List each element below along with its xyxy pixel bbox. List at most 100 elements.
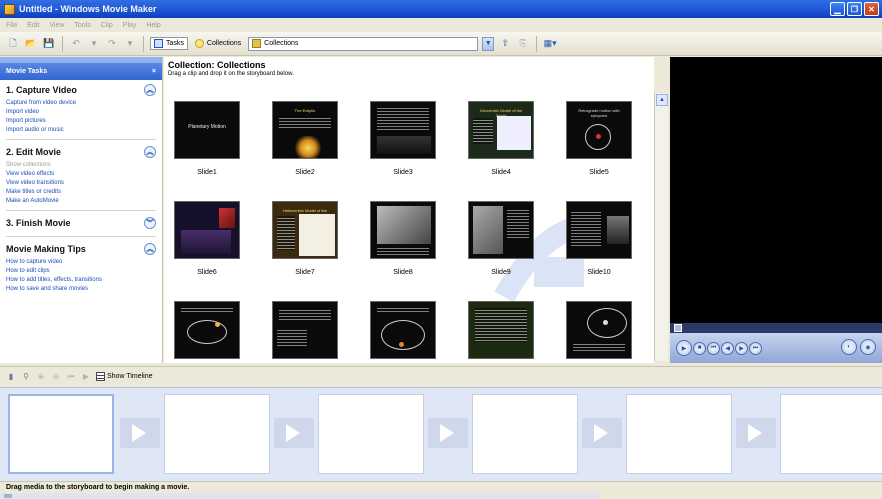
redo-icon[interactable]: ↷ bbox=[105, 37, 119, 51]
show-timeline-button[interactable]: Show Timeline bbox=[96, 372, 153, 381]
narrate-icon[interactable]: ▮ bbox=[6, 372, 16, 382]
task-link[interactable]: How to save and share movies bbox=[6, 285, 156, 294]
chevron-down-icon[interactable]: ▼ bbox=[482, 36, 495, 51]
zoom-in-icon[interactable]: ⊕ bbox=[36, 372, 46, 382]
clip-item[interactable]: Slide10 bbox=[566, 201, 632, 276]
menu-play[interactable]: Play bbox=[123, 22, 137, 29]
task-link[interactable]: How to capture video bbox=[6, 258, 156, 267]
clip-thumbnail[interactable] bbox=[468, 201, 534, 259]
task-link[interactable]: Import video bbox=[6, 108, 156, 117]
clip-item[interactable] bbox=[272, 301, 338, 359]
collections-button[interactable]: Collections bbox=[192, 38, 244, 49]
clip-item[interactable] bbox=[468, 301, 534, 359]
collection-scrollbar[interactable]: ▲ bbox=[654, 93, 668, 361]
scroll-thumb[interactable] bbox=[4, 494, 12, 498]
clip-thumbnail[interactable] bbox=[468, 301, 534, 359]
menu-view[interactable]: View bbox=[49, 22, 64, 29]
undo-icon[interactable]: ↶ bbox=[69, 37, 83, 51]
task-link[interactable]: Make titles or credits bbox=[6, 188, 156, 197]
task-link[interactable]: View video transitions bbox=[6, 179, 156, 188]
capture-video-heading[interactable]: 1. Capture Video ︽ bbox=[6, 84, 156, 96]
collection-up-icon[interactable]: ⇧ bbox=[498, 37, 512, 51]
expand-icon[interactable]: ︾ bbox=[144, 217, 156, 229]
clip-item[interactable]: Slide3 bbox=[370, 101, 436, 176]
maximize-button[interactable]: ❐ bbox=[847, 2, 862, 16]
menu-edit[interactable]: Edit bbox=[27, 22, 39, 29]
rewind-storyboard-icon[interactable]: ⏮ bbox=[66, 372, 76, 382]
storyboard[interactable] bbox=[0, 387, 882, 481]
clip-item[interactable]: Planetary Motion Slide1 bbox=[174, 101, 240, 176]
new-project-icon[interactable]: 🗋 bbox=[6, 37, 20, 51]
collapse-icon[interactable]: ︽ bbox=[144, 146, 156, 158]
storyboard-cell[interactable] bbox=[164, 394, 270, 474]
task-link[interactable]: View video effects bbox=[6, 170, 156, 179]
views-icon[interactable]: ▦▾ bbox=[543, 37, 557, 51]
transition-cell[interactable] bbox=[736, 418, 776, 448]
storyboard-cell[interactable] bbox=[8, 394, 114, 474]
task-link[interactable]: Import pictures bbox=[6, 117, 156, 126]
clip-thumbnail[interactable] bbox=[370, 201, 436, 259]
menu-clip[interactable]: Clip bbox=[101, 22, 113, 29]
clip-thumbnail[interactable]: Retrograde motion with epicycles bbox=[566, 101, 632, 159]
clip-item[interactable]: The Ecliptic Slide2 bbox=[272, 101, 338, 176]
back-icon[interactable]: ◀ bbox=[721, 341, 734, 355]
clip-item[interactable] bbox=[566, 301, 632, 359]
close-icon[interactable]: × bbox=[152, 68, 156, 75]
storyboard-cell[interactable] bbox=[780, 394, 882, 474]
clip-thumbnail[interactable]: Heliocentric Model of the World bbox=[272, 201, 338, 259]
audio-levels-icon[interactable]: ⚲ bbox=[21, 372, 31, 382]
clip-item[interactable] bbox=[174, 301, 240, 359]
close-button[interactable]: ✕ bbox=[864, 2, 879, 16]
next-frame-icon[interactable]: ⏭ bbox=[749, 341, 762, 355]
finish-movie-heading[interactable]: 3. Finish Movie ︾ bbox=[6, 217, 156, 229]
split-icon[interactable]: ◐ bbox=[841, 339, 857, 355]
clip-item[interactable]: Geocentric Model of the World Slide4 bbox=[468, 101, 534, 176]
previous-frame-icon[interactable]: ⏮ bbox=[707, 341, 720, 355]
clip-item[interactable]: Heliocentric Model of the World Slide7 bbox=[272, 201, 338, 276]
task-link[interactable]: Import audio or music bbox=[6, 126, 156, 135]
forward-icon[interactable]: ▶ bbox=[735, 341, 748, 355]
task-link[interactable]: Capture from video device bbox=[6, 99, 156, 108]
play-storyboard-icon[interactable]: ▶ bbox=[81, 372, 91, 382]
clip-thumbnail[interactable] bbox=[566, 201, 632, 259]
task-link[interactable]: Make an AutoMovie bbox=[6, 197, 156, 206]
clip-item[interactable]: Slide6 bbox=[174, 201, 240, 276]
clip-thumbnail[interactable] bbox=[174, 301, 240, 359]
menu-file[interactable]: File bbox=[6, 22, 17, 29]
seek-bar[interactable] bbox=[670, 323, 882, 333]
edit-movie-heading[interactable]: 2. Edit Movie ︽ bbox=[6, 146, 156, 158]
minimize-button[interactable]: ▁ bbox=[830, 2, 845, 16]
tips-heading[interactable]: Movie Making Tips ︽ bbox=[6, 243, 156, 255]
clip-thumbnail[interactable] bbox=[370, 301, 436, 359]
clip-thumbnail[interactable] bbox=[566, 301, 632, 359]
clip-thumbnail[interactable]: Planetary Motion bbox=[174, 101, 240, 159]
snapshot-icon[interactable]: ◉ bbox=[860, 339, 876, 355]
play-icon[interactable]: ▶ bbox=[676, 340, 692, 356]
collapse-icon[interactable]: ︽ bbox=[144, 243, 156, 255]
clip-item[interactable]: Slide9 bbox=[468, 201, 534, 276]
storyboard-cell[interactable] bbox=[472, 394, 578, 474]
clip-thumbnail[interactable] bbox=[370, 101, 436, 159]
clip-item[interactable]: Slide8 bbox=[370, 201, 436, 276]
task-link[interactable]: Show collections bbox=[6, 161, 156, 170]
save-project-icon[interactable]: 💾 bbox=[42, 37, 56, 51]
storyboard-cell[interactable] bbox=[626, 394, 732, 474]
collapse-icon[interactable]: ︽ bbox=[144, 84, 156, 96]
clip-thumbnail[interactable]: The Ecliptic bbox=[272, 101, 338, 159]
clip-item[interactable] bbox=[370, 301, 436, 359]
transition-cell[interactable] bbox=[428, 418, 468, 448]
new-collection-folder-icon[interactable]: ⎘ bbox=[516, 37, 530, 51]
undo-dropdown-icon[interactable]: ▾ bbox=[87, 37, 101, 51]
clip-item[interactable]: Retrograde motion with epicycles Slide5 bbox=[566, 101, 632, 176]
transition-cell[interactable] bbox=[120, 418, 160, 448]
clip-thumbnail[interactable]: Geocentric Model of the World bbox=[468, 101, 534, 159]
scroll-up-icon[interactable]: ▲ bbox=[656, 94, 668, 106]
storyboard-hscrollbar[interactable] bbox=[0, 493, 600, 499]
storyboard-cell[interactable] bbox=[318, 394, 424, 474]
task-link[interactable]: How to add titles, effects, transitions bbox=[6, 276, 156, 285]
transition-cell[interactable] bbox=[274, 418, 314, 448]
menu-tools[interactable]: Tools bbox=[74, 22, 90, 29]
clip-thumbnail[interactable] bbox=[272, 301, 338, 359]
redo-dropdown-icon[interactable]: ▾ bbox=[123, 37, 137, 51]
transition-cell[interactable] bbox=[582, 418, 622, 448]
